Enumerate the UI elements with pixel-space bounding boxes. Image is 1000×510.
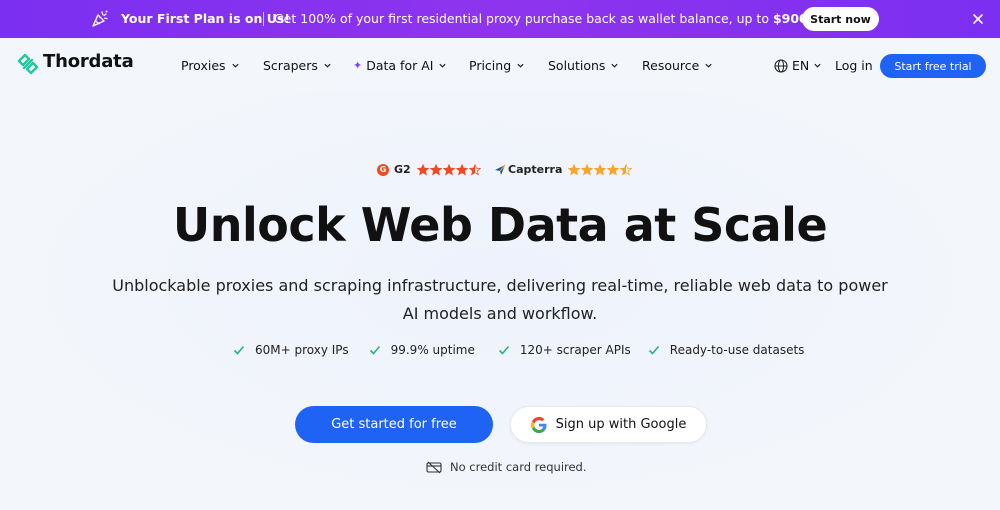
g2-stars xyxy=(416,163,481,176)
no-credit-card-icon xyxy=(426,461,442,473)
nav-item-proxies[interactable]: Proxies xyxy=(181,58,240,73)
feature-item: 99.9% uptime xyxy=(369,343,475,357)
start-free-trial-button[interactable]: Start free trial xyxy=(880,54,986,78)
nav-item-label: Data for AI xyxy=(366,58,434,73)
check-icon xyxy=(498,345,509,355)
google-signup-button[interactable]: Sign up with Google xyxy=(510,406,707,443)
feature-item: 120+ scraper APIs xyxy=(498,343,631,357)
hero-subtitle: Unblockable proxies and scraping infrast… xyxy=(112,276,888,323)
nav-item-pricing[interactable]: Pricing xyxy=(469,58,525,73)
hero-headline: Unlock Web Data at Scale xyxy=(172,198,828,252)
star-full-icon xyxy=(429,163,442,175)
confetti-icon xyxy=(92,10,108,27)
sparkle-icon: ✦ xyxy=(353,59,363,72)
nav-item-resource[interactable]: Resource xyxy=(642,58,713,73)
thordata-logo-icon xyxy=(17,53,39,75)
capterra-label: Capterra xyxy=(508,163,563,176)
globe-icon xyxy=(774,58,788,73)
chevron-down-icon xyxy=(231,63,239,68)
nav-item-label: Solutions xyxy=(548,58,606,73)
no-credit-card-text: No credit card required. xyxy=(450,460,587,474)
star-full-icon xyxy=(455,163,468,175)
feature-label: 120+ scraper APIs xyxy=(519,343,631,357)
brand-name: Thordata xyxy=(43,51,134,72)
star-half-icon xyxy=(620,163,633,175)
nav-item-data-for-ai[interactable]: ✦ Data for AI xyxy=(353,58,447,73)
star-full-icon xyxy=(581,163,594,175)
g2-logo-icon: G xyxy=(377,163,389,176)
nav-item-label: Scrapers xyxy=(263,58,318,73)
google-signup-label: Sign up with Google xyxy=(555,417,687,432)
chevron-down-icon xyxy=(439,63,447,68)
start-now-button[interactable]: Start now xyxy=(802,7,879,31)
check-icon xyxy=(648,345,659,355)
chevron-down-icon xyxy=(324,63,331,68)
capterra-stars xyxy=(568,163,633,176)
promo-divider xyxy=(263,12,264,26)
star-full-icon xyxy=(568,163,581,175)
promo-title: Your First Plan is on Us! xyxy=(121,11,291,26)
star-full-icon xyxy=(594,163,607,175)
feature-label: 60M+ proxy IPs xyxy=(255,343,349,357)
star-full-icon xyxy=(416,163,429,175)
check-icon xyxy=(233,345,245,355)
promo-banner: Your First Plan is on Us! Get 100% of yo… xyxy=(0,0,1000,38)
star-full-icon xyxy=(607,163,620,175)
feature-item: Ready-to-use datasets xyxy=(648,343,805,357)
star-full-icon xyxy=(442,163,455,175)
chevron-down-icon xyxy=(814,63,821,68)
g2-rating: G G2 xyxy=(377,163,481,176)
google-icon xyxy=(530,416,547,433)
promo-message-text: Get 100% of your first residential proxy… xyxy=(274,11,773,26)
feature-label: Ready-to-use datasets xyxy=(669,343,805,357)
promo-message: Get 100% of your first residential proxy… xyxy=(274,11,813,26)
check-icon xyxy=(369,345,380,355)
chevron-down-icon xyxy=(705,63,712,68)
brand-logo[interactable]: Thordata xyxy=(17,51,134,75)
get-started-button[interactable]: Get started for free xyxy=(295,406,493,443)
chevron-down-icon xyxy=(611,63,619,68)
feature-item: 60M+ proxy IPs xyxy=(233,343,349,357)
nav-item-scrapers[interactable]: Scrapers xyxy=(263,58,332,73)
nav-item-solutions[interactable]: Solutions xyxy=(548,58,619,73)
no-credit-card-note: No credit card required. xyxy=(426,460,587,474)
login-link[interactable]: Log in xyxy=(835,58,873,73)
capterra-rating: Capterra xyxy=(494,163,633,176)
chevron-down-icon xyxy=(517,63,524,68)
feature-list: 60M+ proxy IPs 99.9% uptime 120+ scraper… xyxy=(233,343,804,357)
g2-label: G2 xyxy=(394,163,411,176)
feature-label: 99.9% uptime xyxy=(390,343,475,357)
nav-item-label: Pricing xyxy=(469,58,512,73)
nav-item-label: Proxies xyxy=(181,58,226,73)
close-icon[interactable] xyxy=(970,11,986,27)
language-selector[interactable]: EN xyxy=(774,58,822,73)
capterra-logo-icon xyxy=(495,164,506,175)
language-label: EN xyxy=(792,58,810,73)
nav-item-label: Resource xyxy=(642,58,700,73)
star-half-icon xyxy=(468,163,481,175)
